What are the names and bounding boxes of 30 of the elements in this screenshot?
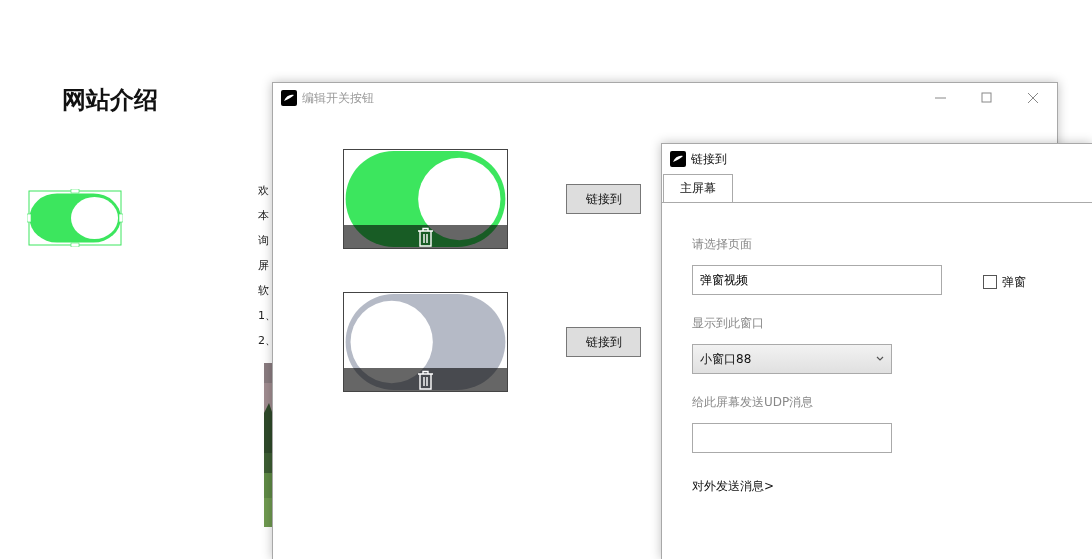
text-line: 软	[258, 283, 270, 299]
chevron-icon	[876, 356, 884, 362]
text-line: 屏	[258, 258, 270, 274]
text-line: 询	[258, 233, 270, 249]
popup-checkbox[interactable]: 弹窗	[983, 273, 1026, 291]
window-title: 编辑开关按钮	[302, 89, 374, 107]
page-field[interactable]: 弹窗视频	[692, 265, 942, 295]
window-title: 链接到	[691, 150, 727, 168]
text-line: 2、	[258, 333, 276, 349]
delete-bar[interactable]	[344, 368, 507, 391]
link-button[interactable]: 链接到	[566, 327, 641, 357]
link-button[interactable]: 链接到	[566, 184, 641, 214]
send-link[interactable]: 对外发送消息>	[692, 478, 775, 495]
delete-bar[interactable]	[344, 225, 507, 248]
trash-icon	[417, 226, 434, 247]
page-heading: 网站介绍	[62, 86, 158, 115]
udp-field[interactable]	[692, 423, 892, 453]
close-icon[interactable]	[1027, 92, 1039, 104]
field-label: 请选择页面	[692, 236, 753, 253]
text-line: 本	[258, 208, 270, 224]
app-icon	[670, 151, 686, 167]
tab[interactable]: 主屏幕	[663, 174, 733, 202]
app-icon	[281, 90, 297, 106]
text-line: 1、	[258, 308, 276, 324]
switch-knob	[71, 197, 119, 239]
field-label: 给此屏幕发送UDP消息	[692, 394, 815, 411]
text-line: 欢	[258, 183, 270, 199]
trash-icon	[417, 369, 434, 390]
window-select[interactable]: 小窗口88	[692, 344, 892, 374]
field-label: 显示到此窗口	[692, 315, 765, 332]
